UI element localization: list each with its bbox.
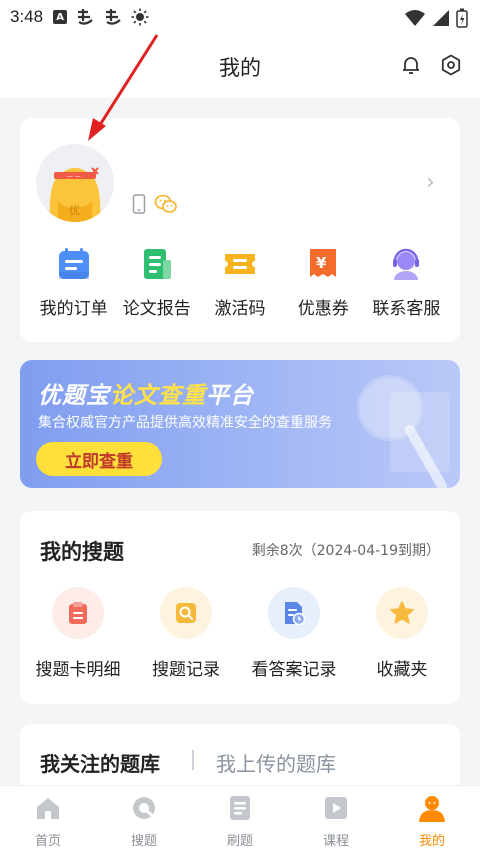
customer-service-icon — [388, 246, 424, 282]
nav-home[interactable]: 首页 — [0, 786, 96, 853]
tab-uploaded-banks[interactable]: 我上传的题库 — [216, 748, 336, 777]
magnifier-icon — [357, 375, 450, 488]
tab-divider — [192, 750, 194, 770]
wifi-icon — [404, 9, 426, 31]
tab-followed-banks[interactable]: 我关注的题库 — [40, 748, 160, 777]
notification-icon — [75, 8, 95, 26]
profile-card[interactable]: — — 优 › 我的订单 论文报告 激活码 ¥ 优惠券 联系客服 — [20, 118, 460, 342]
banner-title-highlight: 论文查重 — [110, 383, 206, 409]
banner-subtitle: 集合权威官方产品提供高效精准安全的查重服务 — [38, 415, 332, 431]
banner-title-suffix: 平台 — [206, 383, 254, 409]
nav-label: 我的 — [418, 834, 445, 849]
nav-profile[interactable]: 我的 — [384, 786, 480, 853]
bell-icon[interactable] — [399, 53, 423, 77]
my-search-items: 搜题卡明细 搜题记录 看答案记录 收藏夹 — [20, 587, 460, 680]
banner-title-prefix: 优题宝 — [38, 383, 110, 409]
brightness-icon — [131, 8, 149, 26]
quick-action-orders[interactable]: 我的订单 — [32, 246, 115, 319]
section-title: 我的搜题 — [40, 540, 124, 564]
search-record[interactable]: 搜题记录 — [132, 587, 240, 680]
report-icon — [139, 246, 175, 282]
status-bar: 3:48 A — [0, 0, 480, 34]
phone-icon — [132, 194, 146, 218]
quick-action-activation[interactable]: 激活码 — [198, 246, 281, 319]
search-icon — [130, 794, 158, 826]
quick-action-label: 联系客服 — [372, 299, 441, 319]
gear-icon[interactable] — [439, 53, 463, 77]
banner-title: 优题宝论文查重平台 — [38, 376, 254, 410]
home-icon — [34, 794, 62, 826]
nav-practice[interactable]: 刷题 — [192, 786, 288, 853]
quick-action-label: 我的订单 — [39, 299, 108, 319]
avatar-text: 优 — [69, 204, 80, 217]
chevron-right-icon[interactable]: › — [426, 170, 435, 195]
nav-course[interactable]: 课程 — [288, 786, 384, 853]
status-time: 3:48 — [10, 7, 44, 26]
quick-action-label: 激活码 — [214, 299, 266, 319]
quick-action-report[interactable]: 论文报告 — [115, 246, 198, 319]
svg-text:¥: ¥ — [316, 254, 327, 272]
nav-search[interactable]: 搜题 — [96, 786, 192, 853]
nav-label: 课程 — [322, 834, 349, 849]
battery-icon — [456, 8, 468, 32]
wechat-icon — [154, 193, 178, 219]
search-card-detail[interactable]: 搜题卡明细 — [24, 587, 132, 680]
nav-label: 首页 — [34, 834, 61, 849]
notification-icon — [103, 8, 123, 26]
item-label: 搜题卡明细 — [35, 660, 121, 680]
bottom-nav: 首页 搜题 刷题 课程 我的 — [0, 785, 480, 853]
check-now-button[interactable]: 立即查重 — [36, 442, 162, 476]
a-icon: A — [53, 10, 68, 24]
activation-code-icon — [222, 246, 258, 282]
quick-actions: 我的订单 论文报告 激活码 ¥ 优惠券 联系客服 — [20, 246, 460, 319]
signal-icon — [432, 9, 450, 31]
item-label: 搜题记录 — [152, 660, 220, 680]
quick-action-label: 优惠券 — [297, 299, 349, 319]
item-label: 看答案记录 — [251, 660, 337, 680]
header: 我的 — [0, 34, 480, 98]
profile-icon — [417, 794, 447, 826]
quick-action-label: 论文报告 — [122, 299, 191, 319]
search-record-icon — [160, 587, 212, 639]
quick-action-coupon[interactable]: ¥ 优惠券 — [282, 246, 365, 319]
answer-record-icon — [268, 587, 320, 639]
practice-icon — [226, 794, 254, 826]
card-detail-icon — [52, 587, 104, 639]
remaining-count: 剩余8次（2024-04-19到期） — [251, 543, 440, 559]
star-icon — [376, 587, 428, 639]
svg-text:— —: — — — [67, 173, 81, 180]
coupon-icon: ¥ — [305, 246, 341, 282]
nav-label: 搜题 — [130, 834, 157, 849]
my-search-card: 我的搜题 剩余8次（2024-04-19到期） 搜题卡明细 搜题记录 看答案记录… — [20, 511, 460, 704]
course-icon — [322, 794, 350, 826]
answer-record[interactable]: 看答案记录 — [240, 587, 348, 680]
item-label: 收藏夹 — [376, 660, 428, 680]
plagiarism-check-banner[interactable]: 优题宝论文查重平台 集合权威官方产品提供高效精准安全的查重服务 立即查重 — [20, 360, 460, 488]
quick-action-service[interactable]: 联系客服 — [365, 246, 448, 319]
nav-label: 刷题 — [226, 834, 253, 849]
avatar[interactable]: — — 优 — [36, 144, 114, 222]
favorites[interactable]: 收藏夹 — [348, 587, 456, 680]
order-icon — [56, 246, 92, 282]
